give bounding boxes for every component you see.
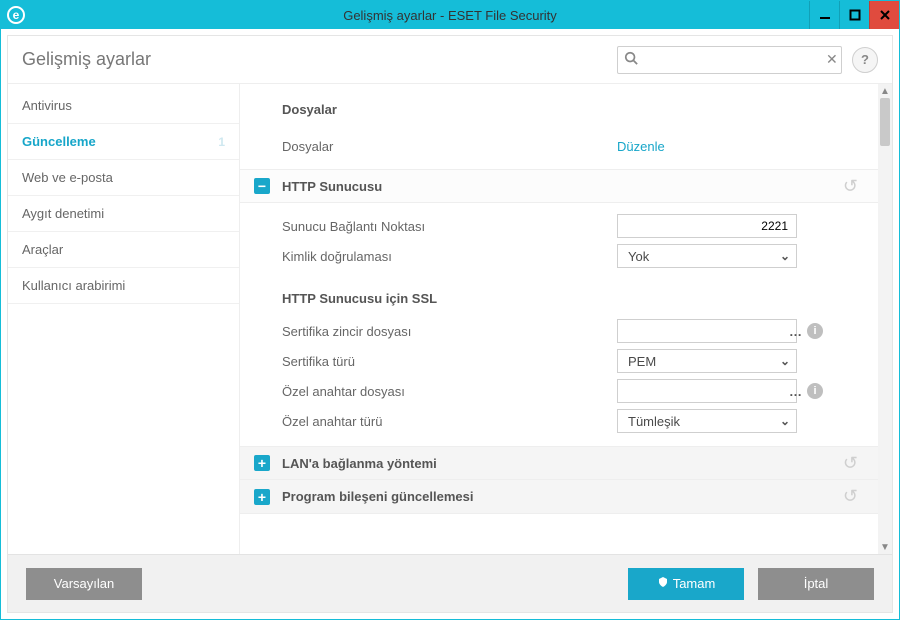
auth-label: Kimlik doğrulaması [282,249,617,264]
window-controls [809,1,899,29]
sidebar: Antivirus Güncelleme 1 Web ve e-posta Ay… [8,84,240,554]
server-port-input[interactable] [618,219,796,233]
browse-icon[interactable]: … [789,384,808,399]
body: Antivirus Güncelleme 1 Web ve e-posta Ay… [8,84,892,554]
scroll-up-icon[interactable]: ▲ [878,84,892,98]
cert-type-select[interactable]: PEM ⌄ [617,349,797,373]
sidebar-item-update[interactable]: Güncelleme 1 [8,124,239,160]
app-window: e Gelişmiş ayarlar - ESET File Security … [0,0,900,620]
sidebar-item-label: Güncelleme [22,134,96,149]
content-area: Dosyalar Dosyalar Düzenle − HTTP Sunucus… [240,84,892,554]
private-key-type-select[interactable]: Tümleşik ⌄ [617,409,797,433]
info-icon[interactable]: i [807,323,823,339]
sidebar-item-label: Aygıt denetimi [22,206,104,221]
row-private-key-type: Özel anahtar türü Tümleşik ⌄ [240,406,878,436]
sidebar-item-ui[interactable]: Kullanıcı arabirimi [8,268,239,304]
sidebar-item-badge: 1 [218,135,225,149]
search-icon [624,51,638,68]
clear-search-icon[interactable]: ✕ [826,51,838,68]
cert-chain-input[interactable] [618,324,789,338]
content-scroll: Dosyalar Dosyalar Düzenle − HTTP Sunucus… [240,84,878,554]
search-box[interactable]: ✕ [617,46,842,74]
sidebar-item-label: Antivirus [22,98,72,113]
defaults-button[interactable]: Varsayılan [26,568,142,600]
info-icon[interactable]: i [807,383,823,399]
inner-frame: Gelişmiş ayarlar ✕ ? Antivirus [7,35,893,613]
sidebar-item-antivirus[interactable]: Antivirus [8,88,239,124]
app-icon: e [7,6,25,24]
topbar: Gelişmiş ayarlar ✕ ? [8,36,892,84]
close-button[interactable] [869,1,899,29]
section-pcu-title: Program bileşeni güncellemesi [282,489,473,504]
section-files: Dosyalar Dosyalar Düzenle [240,84,878,169]
private-key-input-wrap[interactable]: … [617,379,797,403]
search-input[interactable] [642,51,822,68]
cancel-button-label: İptal [804,576,829,591]
page-title: Gelişmiş ayarlar [22,49,151,70]
section-lan-title: LAN'a bağlanma yöntemi [282,456,437,471]
sidebar-item-label: Araçlar [22,242,63,257]
private-key-type-value: Tümleşik [628,414,680,429]
defaults-button-label: Varsayılan [54,576,114,591]
section-header-lan[interactable]: + LAN'a bağlanma yöntemi ↺ [240,446,878,480]
chevron-down-icon: ⌄ [780,249,790,263]
row-server-port: Sunucu Bağlantı Noktası [240,211,878,241]
private-key-label: Özel anahtar dosyası [282,384,617,399]
private-key-type-label: Özel anahtar türü [282,414,617,429]
ok-button-label: Tamam [673,576,716,591]
auth-value: Yok [628,249,649,264]
browse-icon[interactable]: … [789,324,808,339]
minimize-button[interactable] [809,1,839,29]
expand-icon: + [254,455,270,471]
row-auth: Kimlik doğrulaması Yok ⌄ [240,241,878,271]
section-header-http[interactable]: − HTTP Sunucusu ↺ [240,169,878,203]
help-button[interactable]: ? [852,47,878,73]
row-cert-chain: Sertifika zincir dosyası … i [240,316,878,346]
window-title: Gelişmiş ayarlar - ESET File Security [1,8,899,23]
server-port-input-wrap [617,214,797,238]
search-area: ✕ ? [617,46,878,74]
sidebar-item-label: Kullanıcı arabirimi [22,278,125,293]
cert-chain-label: Sertifika zincir dosyası [282,324,617,339]
reset-icon[interactable]: ↺ [843,176,858,197]
reset-icon[interactable]: ↺ [843,486,858,507]
collapse-icon: − [254,178,270,194]
cert-type-label: Sertifika türü [282,354,617,369]
sidebar-item-web-email[interactable]: Web ve e-posta [8,160,239,196]
private-key-input[interactable] [618,384,789,398]
section-http-title: HTTP Sunucusu [282,179,382,194]
sidebar-item-tools[interactable]: Araçlar [8,232,239,268]
chevron-down-icon: ⌄ [780,414,790,428]
cancel-button[interactable]: İptal [758,568,874,600]
footer: Varsayılan Tamam İptal [8,554,892,612]
files-edit-link[interactable]: Düzenle [617,139,665,154]
scrollbar-thumb[interactable] [880,98,890,146]
server-port-label: Sunucu Bağlantı Noktası [282,219,617,234]
scrollbar[interactable]: ▲ ▼ [878,84,892,554]
maximize-button[interactable] [839,1,869,29]
chevron-down-icon: ⌄ [780,354,790,368]
ssl-subtitle: HTTP Sunucusu için SSL [240,271,878,316]
cert-type-value: PEM [628,354,656,369]
section-files-title: Dosyalar [282,102,850,117]
ok-button[interactable]: Tamam [628,568,744,600]
row-private-key: Özel anahtar dosyası … i [240,376,878,406]
scroll-down-icon[interactable]: ▼ [878,540,892,554]
files-row-label: Dosyalar [282,139,617,154]
cert-chain-input-wrap[interactable]: … [617,319,797,343]
sidebar-item-device-control[interactable]: Aygıt denetimi [8,196,239,232]
auth-select[interactable]: Yok ⌄ [617,244,797,268]
sidebar-item-label: Web ve e-posta [22,170,113,185]
section-header-pcu[interactable]: + Program bileşeni güncellemesi ↺ [240,480,878,514]
titlebar: e Gelişmiş ayarlar - ESET File Security [1,1,899,29]
shield-icon [657,576,669,591]
expand-icon: + [254,489,270,505]
reset-icon[interactable]: ↺ [843,453,858,474]
row-cert-type: Sertifika türü PEM ⌄ [240,346,878,376]
files-row: Dosyalar Düzenle [282,131,850,161]
